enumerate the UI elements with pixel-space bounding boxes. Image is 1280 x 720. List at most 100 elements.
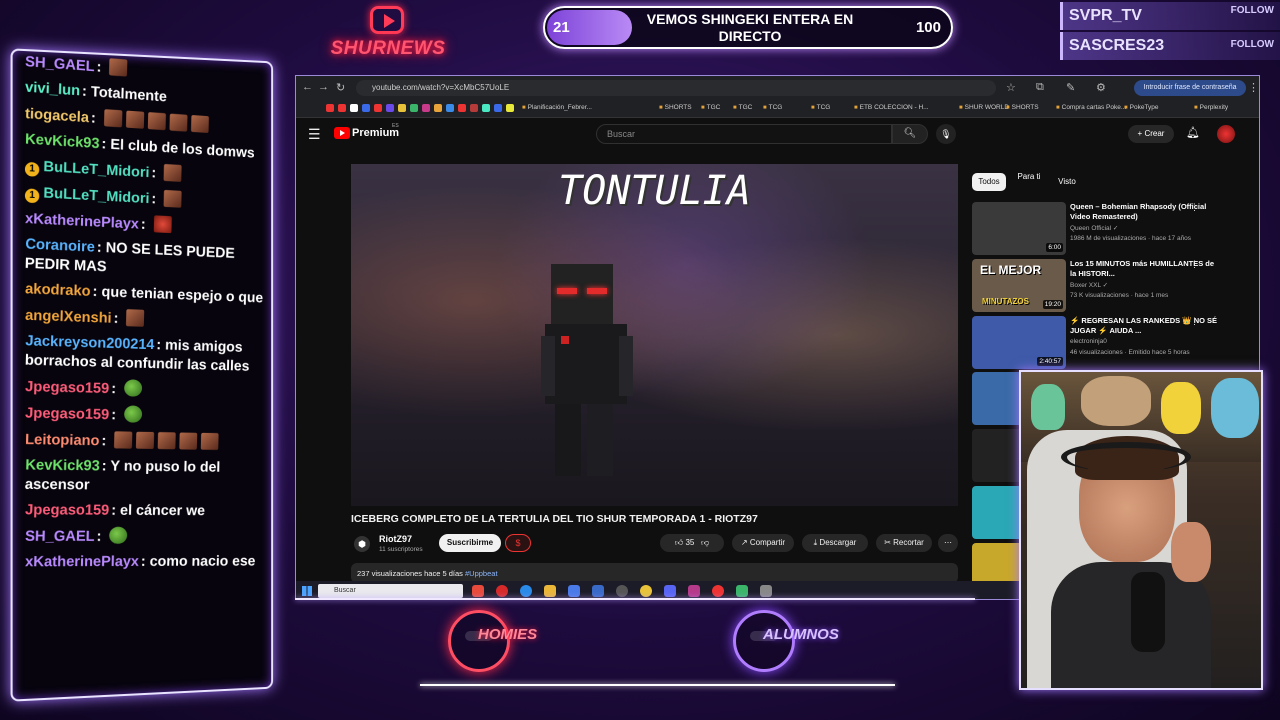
- video-description[interactable]: 237 visualizaciones hace 5 días #Uppbeat: [351, 563, 958, 583]
- menu-icon[interactable]: ☰: [308, 126, 321, 143]
- bookmark-item[interactable]: TGC: [701, 104, 721, 111]
- chat-username[interactable]: Jpegaso159: [25, 502, 110, 519]
- back-icon[interactable]: ←: [302, 81, 313, 93]
- bookmark-item[interactable]: PokeType: [1124, 104, 1159, 111]
- more-icon[interactable]: ⋮: [1248, 81, 1259, 94]
- forward-icon[interactable]: →: [318, 81, 329, 93]
- edge-icon[interactable]: [520, 585, 532, 597]
- windows-start-icon[interactable]: [302, 586, 312, 596]
- chat-username[interactable]: tiogacela: [25, 106, 89, 126]
- recommended-video[interactable]: EL MEJOR MINUTAZOS 19:20 Los 15 MINUTOS más…: [972, 259, 1242, 313]
- chat-username[interactable]: Jackreyson200214: [25, 333, 154, 353]
- download-button[interactable]: ⤓ Descargar: [802, 534, 868, 552]
- bookmark-item[interactable]: SHORTS: [659, 104, 692, 111]
- bookmark-favicon-icon[interactable]: [350, 104, 358, 112]
- more-actions-icon[interactable]: ⋯: [938, 534, 958, 552]
- recommended-channel[interactable]: Boxer XXL ✓: [1070, 281, 1108, 289]
- chat-username[interactable]: KevKick93: [25, 457, 100, 474]
- video-thumbnail[interactable]: 2:40:57: [972, 316, 1066, 369]
- chat-username[interactable]: angelXenshi: [25, 308, 112, 327]
- chat-username[interactable]: BuLLeT_Midori: [43, 185, 149, 207]
- taskbar-search-input[interactable]: Buscar: [318, 584, 463, 598]
- extension-icon[interactable]: ⚙: [1096, 81, 1106, 94]
- bell-icon[interactable]: 🔔︎: [1186, 126, 1200, 139]
- chat-username[interactable]: Coranoire: [25, 236, 95, 255]
- bookmark-item[interactable]: SHUR WORLD: [959, 104, 1009, 111]
- bookmark-favicon-icon[interactable]: [386, 104, 394, 112]
- recommended-video[interactable]: 6:00 Queen – Bohemian Rhapsody (Official …: [972, 202, 1242, 256]
- bookmark-item[interactable]: TCG: [763, 104, 783, 111]
- bookmark-favicon-icon[interactable]: [422, 104, 430, 112]
- bookmark-favicon-icon[interactable]: [374, 104, 382, 112]
- chat-username[interactable]: BuLLeT_Midori: [43, 159, 149, 181]
- extension-icon[interactable]: ⧉: [1036, 81, 1044, 94]
- star-icon[interactable]: ☆: [1006, 81, 1016, 94]
- bookmark-favicon-icon[interactable]: [506, 104, 514, 112]
- chat-username[interactable]: KevKick93: [25, 131, 100, 152]
- video-player[interactable]: TONTULIA: [351, 164, 958, 506]
- app-icon[interactable]: [592, 585, 604, 597]
- search-input[interactable]: Buscar: [596, 124, 892, 144]
- share-button[interactable]: ↗ Compartir: [732, 534, 794, 552]
- recommended-channel[interactable]: electroninja0: [1070, 338, 1107, 345]
- bookmark-favicon-icon[interactable]: [398, 104, 406, 112]
- channel-name[interactable]: RiotZ97: [379, 534, 412, 544]
- chat-username[interactable]: SH_GAEL: [25, 529, 95, 545]
- extension-icon[interactable]: ✎: [1066, 81, 1075, 94]
- bookmark-favicon-icon[interactable]: [482, 104, 490, 112]
- bookmark-favicon-icon[interactable]: [362, 104, 370, 112]
- mic-icon[interactable]: 🎙︎: [936, 124, 956, 144]
- chip-all[interactable]: Todos: [972, 173, 1006, 191]
- folder-icon[interactable]: [544, 585, 556, 597]
- app-icon[interactable]: [760, 585, 772, 597]
- bookmark-item[interactable]: Planificación_Febrer...: [522, 104, 592, 111]
- subscribe-button[interactable]: Suscribirme: [439, 534, 501, 552]
- bookmark-item[interactable]: Perplexity: [1194, 104, 1229, 111]
- youtube-logo-icon[interactable]: [334, 127, 350, 139]
- more-options-icon[interactable]: ⋮: [1190, 316, 1199, 327]
- video-thumbnail[interactable]: EL MEJOR MINUTAZOS 19:20: [972, 259, 1066, 312]
- more-options-icon[interactable]: ⋮: [1190, 259, 1199, 270]
- password-button[interactable]: Introducir frase de contraseña: [1134, 80, 1246, 96]
- bookmark-favicon-icon[interactable]: [494, 104, 502, 112]
- reload-icon[interactable]: ↻: [336, 81, 345, 94]
- chip-for-you[interactable]: Para ti: [1010, 168, 1048, 186]
- chip-watched[interactable]: Visto: [1052, 173, 1082, 191]
- chat-username[interactable]: vivi_lun: [25, 79, 80, 99]
- app-icon[interactable]: [736, 585, 748, 597]
- bookmark-favicon-icon[interactable]: [470, 104, 478, 112]
- url-input[interactable]: youtube.com/watch?v=XcMbC57UoLE: [356, 80, 996, 96]
- pokeball-icon[interactable]: [712, 585, 724, 597]
- app-icon[interactable]: [688, 585, 700, 597]
- bookmark-favicon-icon[interactable]: [338, 104, 346, 112]
- chat-username[interactable]: Jpegaso159: [25, 379, 110, 397]
- recommended-video[interactable]: 2:40:57 ⚡ REGRESAN LAS RANKEDS 👑 NO SÉ JU…: [972, 316, 1242, 370]
- chrome-icon[interactable]: [640, 585, 652, 597]
- chat-username[interactable]: xKatherinePlayx: [25, 554, 139, 570]
- bookmark-favicon-icon[interactable]: [458, 104, 466, 112]
- video-thumbnail[interactable]: 6:00: [972, 202, 1066, 255]
- discord-icon[interactable]: [664, 585, 676, 597]
- bookmark-favicon-icon[interactable]: [434, 104, 442, 112]
- obs-icon[interactable]: [616, 585, 628, 597]
- bookmark-item[interactable]: Compra cartas Poke...: [1056, 104, 1127, 111]
- bookmark-favicon-icon[interactable]: [446, 104, 454, 112]
- brave-icon[interactable]: [472, 585, 484, 597]
- more-options-icon[interactable]: ⋮: [1190, 202, 1199, 213]
- store-icon[interactable]: [568, 585, 580, 597]
- chat-username[interactable]: akodrako: [25, 281, 91, 300]
- chat-username[interactable]: Jpegaso159: [25, 405, 110, 423]
- like-icon[interactable]: 👍︎: [675, 538, 683, 547]
- bookmark-item[interactable]: ETB COLECCION - H...: [854, 104, 929, 111]
- bookmark-favicon-icon[interactable]: [410, 104, 418, 112]
- bookmark-item[interactable]: TCG: [811, 104, 831, 111]
- chat-username[interactable]: SH_GAEL: [25, 54, 95, 75]
- dislike-icon[interactable]: 👎︎: [697, 538, 709, 547]
- channel-avatar[interactable]: ⬢: [354, 536, 370, 552]
- clip-button[interactable]: ✂ Recortar: [876, 534, 932, 552]
- chat-username[interactable]: Leitopiano: [25, 432, 100, 449]
- hashtag[interactable]: #Uppbeat: [465, 569, 498, 578]
- search-icon[interactable]: 🔍︎: [892, 124, 928, 144]
- bookmark-favicon-icon[interactable]: [326, 104, 334, 112]
- create-button[interactable]: + Crear: [1128, 125, 1174, 143]
